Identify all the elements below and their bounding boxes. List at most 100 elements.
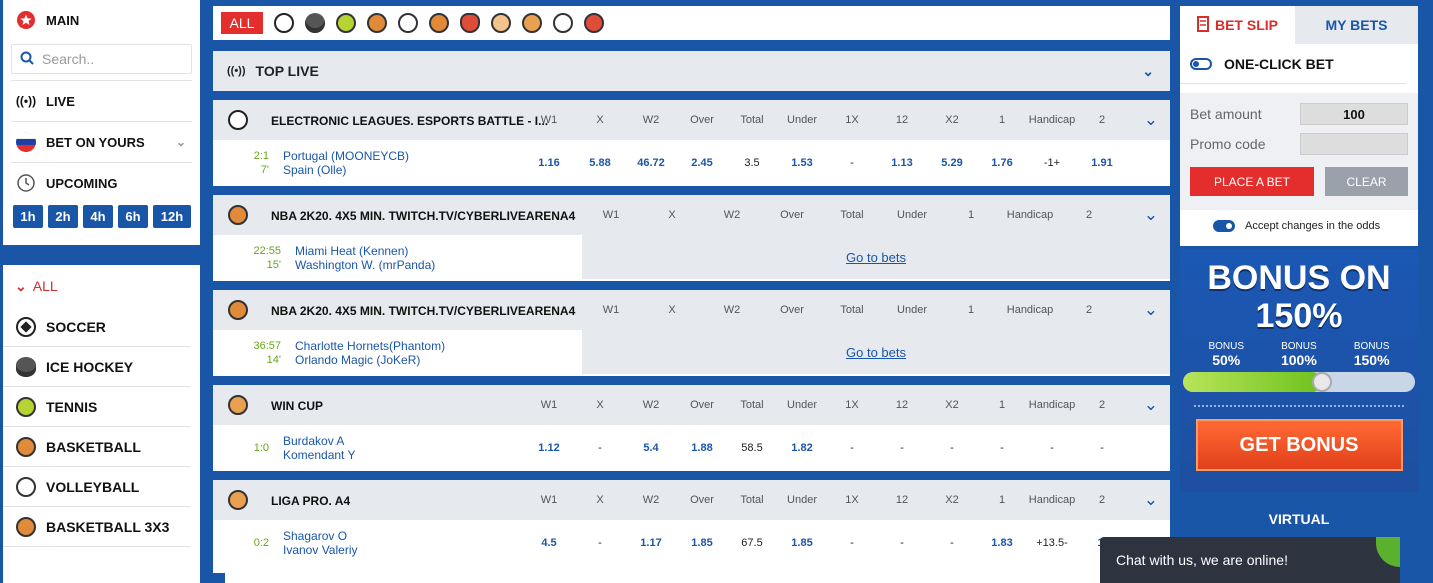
match-score: 1:0 (253, 442, 269, 454)
darts-icon[interactable] (553, 13, 573, 33)
nav-upcoming[interactable]: UPCOMING (3, 163, 200, 203)
odd-cell: 67.5 (741, 537, 763, 549)
chevron-down-icon[interactable]: ⌄ (1144, 110, 1158, 130)
match-row[interactable]: 36:57 14' Charlotte Hornets(Phantom) Orlan… (213, 330, 1170, 376)
match-row[interactable]: 0:2 Shagarov O Ivanov Valeriy 4.5 - 1.17 … (213, 520, 1170, 566)
hour-12h-button[interactable]: 12h (153, 205, 191, 228)
volleyball-icon (16, 476, 36, 497)
bet-amount-input[interactable]: 100 (1300, 103, 1408, 125)
match-row[interactable]: 2:1 7' Portugal (MOONEYCB) Spain (Olle) 1.… (213, 140, 1170, 186)
sport-item-tennis[interactable]: TENNIS (3, 387, 190, 427)
match-card: ELECTRONIC LEAGUES. ESPORTS BATTLE - I..… (213, 100, 1170, 186)
hour-2h-button[interactable]: 2h (48, 205, 78, 228)
nav-main[interactable]: MAIN (3, 0, 200, 40)
other-sport-icon[interactable] (584, 13, 604, 33)
chevron-down-icon[interactable]: ⌄ (1144, 205, 1158, 225)
sport-item-soccer[interactable]: SOCCER (3, 307, 190, 347)
volleyball-icon[interactable] (398, 13, 418, 33)
odd-cell[interactable]: 1.53 (791, 157, 812, 169)
soccer-icon[interactable] (274, 13, 294, 33)
odd-cell[interactable]: 1.83 (991, 537, 1012, 549)
basketball-icon[interactable] (367, 13, 387, 33)
odd-cell[interactable]: 1.16 (538, 157, 559, 169)
hours-filter: 1h 2h 4h 6h 12h (3, 205, 200, 228)
badminton-icon[interactable] (491, 13, 511, 33)
league-header[interactable]: LIGA PRO. A4 W1 X W2 Over Total Under 1X… (213, 480, 1170, 520)
odd-cell[interactable]: 1.12 (538, 442, 559, 454)
chevron-down-icon: ⌄ (175, 135, 186, 149)
place-bet-button[interactable]: PLACE A BET (1190, 167, 1314, 196)
chevron-down-icon: ⌄ (15, 277, 27, 294)
get-bonus-button[interactable]: GET BONUS (1195, 419, 1403, 471)
sport-item-basketball[interactable]: BASKETBALL (3, 427, 190, 467)
chevron-down-icon[interactable]: ⌄ (1144, 300, 1158, 320)
table-tennis-icon (228, 395, 248, 415)
tennis-icon (16, 396, 36, 417)
basketball-icon (228, 300, 248, 320)
toggle-switch[interactable] (1190, 57, 1212, 70)
odd-cell[interactable]: 5.29 (941, 157, 962, 169)
hour-4h-button[interactable]: 4h (83, 205, 113, 228)
odd-cell[interactable]: 1.82 (791, 442, 812, 454)
bonus-slider (1183, 372, 1415, 392)
odd-cell[interactable]: 1.85 (691, 537, 712, 549)
odd-cell[interactable]: 1.76 (991, 157, 1012, 169)
nav-bet-on-yours[interactable]: BET ON YOURS ⌄ (3, 122, 200, 162)
accept-odds-toggle[interactable]: Accept changes in the odds (1180, 210, 1418, 242)
nav-live[interactable]: ((•)) LIVE (3, 81, 200, 121)
top-live-header[interactable]: ((•)) TOP LIVE ⌄ (213, 51, 1170, 91)
chat-widget[interactable]: Chat with us, we are online! (1100, 537, 1400, 583)
go-to-bets-link[interactable]: Go to bets (582, 235, 1170, 279)
odd-cell[interactable]: 1.91 (1091, 157, 1112, 169)
league-header[interactable]: NBA 2K20. 4X5 MIN. TWITCH.TV/CYBERLIVEAR… (213, 195, 1170, 235)
league-header[interactable]: WIN CUP W1 X W2 Over Total Under 1X 12 X… (213, 385, 1170, 425)
team-1: Miami Heat (Kennen) (295, 244, 409, 258)
odd-cell[interactable]: 46.72 (637, 157, 665, 169)
odd-cell: - (950, 537, 954, 549)
sport-item-volleyball[interactable]: VOLLEYBALL (3, 467, 190, 507)
leaf-icon (1376, 537, 1400, 567)
promo-code-input[interactable] (1300, 133, 1408, 155)
clock-icon (16, 173, 36, 193)
odd-cell[interactable]: 1.17 (640, 537, 661, 549)
odd-cell[interactable]: 5.88 (589, 157, 610, 169)
toggle-switch[interactable] (1213, 220, 1235, 232)
ice-hockey-icon[interactable] (305, 13, 325, 33)
sport-item-ice-hockey[interactable]: ICE HOCKEY (3, 347, 190, 387)
odd-cell[interactable]: 1.85 (791, 537, 812, 549)
odd-cell[interactable]: 5.4 (643, 442, 658, 454)
table-tennis-icon[interactable] (522, 13, 542, 33)
clear-button[interactable]: CLEAR (1325, 167, 1408, 196)
league-header[interactable]: NBA 2K20. 4X5 MIN. TWITCH.TV/CYBERLIVEAR… (213, 290, 1170, 330)
one-click-bet-toggle[interactable]: ONE-CLICK BET (1180, 44, 1406, 84)
match-row[interactable]: 1:0 Burdakov A Komendant Y 1.12 - 5.4 1.8… (213, 425, 1170, 471)
bonus-banner[interactable]: BONUS ON 150% BONUS 50% BONUS 100% BONUS 150… (1180, 249, 1418, 492)
search-input[interactable]: Search.. (11, 44, 192, 74)
chevron-down-icon[interactable]: ⌄ (1144, 395, 1158, 415)
hour-6h-button[interactable]: 6h (118, 205, 148, 228)
odd-cell: - (850, 157, 854, 169)
bet-slip-panel: BET SLIP MY BETS ONE-CLICK BET Bet amoun… (1180, 6, 1418, 246)
slider-knob-icon (1312, 372, 1333, 392)
search-icon (20, 51, 34, 68)
tab-bet-slip[interactable]: BET SLIP (1180, 6, 1295, 44)
odd-cell[interactable]: 1.88 (691, 442, 712, 454)
odd-cell[interactable]: 1.13 (891, 157, 912, 169)
bonus-level: BONUS 100% (1280, 341, 1317, 368)
match-row[interactable]: 22:55 15' Miami Heat (Kennen) Washington W… (213, 235, 1170, 281)
all-sports-toggle[interactable]: ⌄ ALL (3, 265, 200, 307)
filter-all-button[interactable]: ALL (221, 12, 263, 34)
odd-cell[interactable]: 2.45 (691, 157, 712, 169)
hour-1h-button[interactable]: 1h (13, 205, 43, 228)
league-header[interactable]: ELECTRONIC LEAGUES. ESPORTS BATTLE - I..… (213, 100, 1170, 140)
collapse-icon[interactable]: ⌄ (1142, 63, 1154, 80)
tennis-icon[interactable] (336, 13, 356, 33)
odd-cell: - (900, 442, 904, 454)
boxing-icon[interactable] (460, 13, 480, 33)
tab-my-bets[interactable]: MY BETS (1295, 6, 1418, 44)
basketball-3x3-icon[interactable] (429, 13, 449, 33)
chevron-down-icon[interactable]: ⌄ (1144, 490, 1158, 510)
odd-cell[interactable]: 4.5 (541, 537, 556, 549)
sport-item-basketball-3x3[interactable]: BASKETBALL 3X3 (3, 507, 190, 547)
go-to-bets-link[interactable]: Go to bets (582, 330, 1170, 374)
